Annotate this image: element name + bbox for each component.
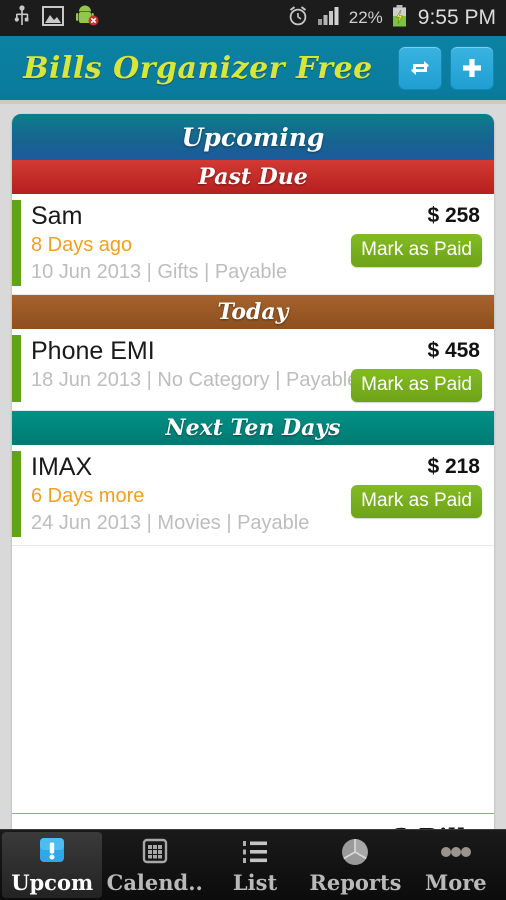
battery-percent-label: 22% bbox=[348, 8, 383, 27]
tab-label-upcoming: Upcom bbox=[11, 869, 94, 895]
bills-card: Upcoming Past Due Sam 8 Days ago 10 Jun … bbox=[12, 114, 494, 860]
tab-label-calendar: Calend.. bbox=[106, 869, 203, 895]
tab-calendar[interactable]: Calend.. bbox=[104, 830, 204, 900]
bill-meta: 10 Jun 2013 | Gifts | Payable bbox=[31, 261, 288, 283]
status-bar: 22% 9:55 PM bbox=[0, 0, 506, 36]
android-error-icon bbox=[76, 5, 100, 32]
bill-due-text: 6 Days more bbox=[31, 485, 145, 507]
card-header-title: Upcoming bbox=[12, 114, 494, 160]
page-body: Upcoming Past Due Sam 8 Days ago 10 Jun … bbox=[0, 104, 506, 860]
gallery-icon bbox=[42, 5, 64, 31]
app-screen: 22% 9:55 PM Bills Organizer Free Upcomin… bbox=[0, 0, 506, 900]
bill-name: Sam bbox=[31, 202, 83, 230]
bill-due-text: 8 Days ago bbox=[31, 234, 133, 256]
alarm-clock-icon bbox=[287, 5, 309, 32]
app-title-label: Bills Organizer Free bbox=[23, 50, 373, 86]
clock-label: 9:55 PM bbox=[417, 6, 496, 29]
bill-name: IMAX bbox=[31, 453, 93, 481]
tab-label-list: List bbox=[232, 869, 278, 895]
bill-row[interactable]: Sam 8 Days ago 10 Jun 2013 | Gifts | Pay… bbox=[12, 194, 494, 295]
bill-amount: $ 458 bbox=[427, 339, 480, 362]
bill-amount: $ 218 bbox=[427, 455, 480, 478]
bill-actions: $ 218 Mark as Paid bbox=[340, 451, 482, 537]
bill-actions: $ 258 Mark as Paid bbox=[340, 200, 482, 286]
section-header-today: Today bbox=[12, 295, 494, 329]
bill-row[interactable]: Phone EMI 18 Jun 2013 | No Category | Pa… bbox=[12, 329, 494, 411]
tab-label-more: More bbox=[424, 869, 487, 895]
bill-status-bar bbox=[12, 335, 21, 402]
bill-details: Phone EMI 18 Jun 2013 | No Category | Pa… bbox=[31, 335, 359, 402]
bill-actions: $ 458 Mark as Paid bbox=[340, 335, 482, 402]
tab-reports[interactable]: Reports bbox=[305, 830, 405, 900]
section-header-past-due: Past Due bbox=[12, 160, 494, 194]
bill-amount: $ 258 bbox=[427, 204, 480, 227]
bottom-tab-bar: Upcom Calend.. List Reports More bbox=[0, 829, 506, 900]
list-icon bbox=[239, 836, 271, 868]
bill-details: Sam 8 Days ago 10 Jun 2013 | Gifts | Pay… bbox=[31, 200, 340, 286]
bill-status-bar bbox=[12, 200, 21, 286]
status-bar-right-icons: 22% 9:55 PM bbox=[287, 4, 496, 32]
mark-as-paid-button[interactable]: Mark as Paid bbox=[351, 485, 482, 518]
status-bar-left-icons bbox=[14, 4, 100, 32]
ellipsis-icon bbox=[439, 836, 473, 868]
plus-icon bbox=[459, 55, 485, 81]
mark-as-paid-button[interactable]: Mark as Paid bbox=[351, 369, 482, 402]
tab-upcoming[interactable]: Upcom bbox=[2, 832, 103, 898]
battery-charging-icon bbox=[392, 4, 407, 32]
calendar-icon bbox=[139, 836, 171, 868]
bill-details: IMAX 6 Days more 24 Jun 2013 | Movies | … bbox=[31, 451, 340, 537]
bill-meta: 24 Jun 2013 | Movies | Payable bbox=[31, 512, 310, 534]
usb-icon bbox=[14, 4, 30, 32]
tab-label-reports: Reports bbox=[309, 869, 402, 895]
signal-bars-icon bbox=[317, 6, 340, 30]
bill-status-bar bbox=[12, 451, 21, 537]
mark-as-paid-button[interactable]: Mark as Paid bbox=[351, 234, 482, 267]
bill-name: Phone EMI bbox=[31, 337, 155, 365]
tab-more[interactable]: More bbox=[406, 830, 506, 900]
repeat-button[interactable] bbox=[398, 46, 442, 90]
section-header-next-ten-days: Next Ten Days bbox=[12, 411, 494, 445]
add-button[interactable] bbox=[450, 46, 494, 90]
repeat-icon bbox=[407, 55, 433, 81]
bill-meta: 18 Jun 2013 | No Category | Payable bbox=[31, 369, 359, 391]
bills-list[interactable]: Past Due Sam 8 Days ago 10 Jun 2013 | Gi… bbox=[12, 160, 494, 813]
app-title-bar: Bills Organizer Free bbox=[0, 36, 506, 100]
pie-chart-icon bbox=[339, 836, 371, 868]
tab-list[interactable]: List bbox=[205, 830, 305, 900]
alert-badge-icon bbox=[36, 836, 68, 868]
bill-row[interactable]: IMAX 6 Days more 24 Jun 2013 | Movies | … bbox=[12, 445, 494, 546]
